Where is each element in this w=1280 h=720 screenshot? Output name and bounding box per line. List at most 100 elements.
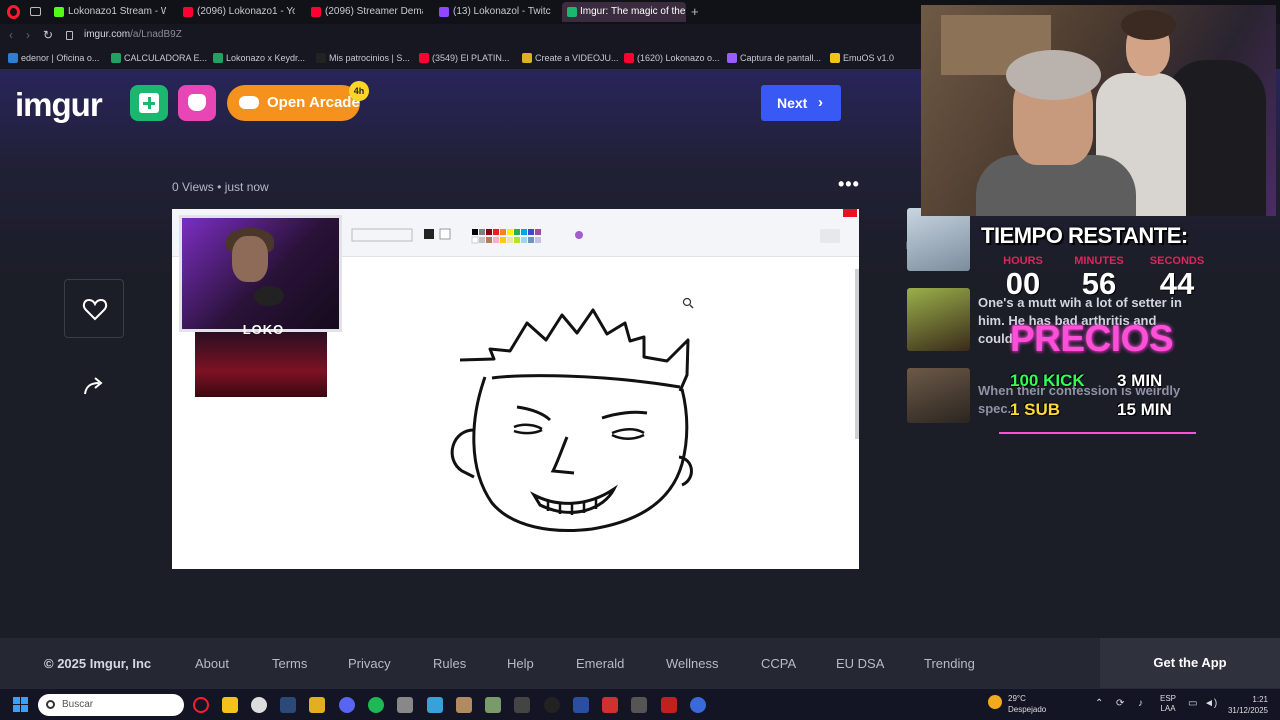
imgur-logo[interactable]: imgur	[15, 86, 103, 124]
tab-overview-icon[interactable]	[30, 7, 41, 16]
taskbar-clock[interactable]: 1:21 31/12/2025	[1224, 694, 1268, 716]
more-options-button[interactable]: •••	[838, 174, 860, 195]
notepad-icon[interactable]	[427, 697, 443, 713]
opera-taskbar-icon[interactable]	[193, 697, 209, 713]
overlay-divider	[999, 432, 1196, 434]
search-icon	[46, 700, 55, 709]
footer-link-about[interactable]: About	[195, 656, 229, 671]
weather-widget[interactable]: 29°C Despejado	[988, 693, 1046, 715]
opera-logo-icon[interactable]	[7, 5, 20, 19]
bookmark-item[interactable]: (1620) Lokonazo o...	[624, 52, 720, 65]
footer-link-emerald[interactable]: Emerald	[576, 656, 624, 671]
heart-icon	[82, 298, 108, 321]
bookmark-label: Lokonazo x Keydr...	[226, 53, 306, 63]
footer-link-wellness[interactable]: Wellness	[666, 656, 719, 671]
lang-layout: LAA	[1160, 704, 1176, 713]
bookmark-label: EmuOS v1.0	[843, 53, 895, 63]
footer-link-rules[interactable]: Rules	[433, 656, 466, 671]
bookmark-favicon-icon	[522, 53, 532, 63]
youtube-favicon-icon	[183, 7, 193, 17]
car-game-icon[interactable]	[514, 697, 530, 713]
back-arrow-icon[interactable]: ‹	[9, 28, 13, 42]
imgur-favicon-icon	[567, 7, 577, 17]
url-host: imgur.com	[84, 29, 131, 40]
precios-title: PRECIOS	[1010, 318, 1174, 359]
tab-youtube-2[interactable]: (2096) Streamer Demand	[311, 2, 423, 22]
bookmark-item[interactable]: Mis patrocinios | S...	[316, 52, 410, 65]
url-field[interactable]: imgur.com/a/LnadB9Z	[84, 29, 182, 40]
app-shield-icon[interactable]	[309, 697, 325, 713]
footer-link-eu-dsa[interactable]: EU DSA	[836, 656, 884, 671]
footer-link-privacy[interactable]: Privacy	[348, 656, 391, 671]
new-tab-button[interactable]: +	[691, 4, 699, 19]
volume-icon[interactable]: ◄)	[1204, 698, 1217, 709]
chrome-taskbar-icon[interactable]	[251, 697, 267, 713]
open-arcade-button[interactable]: Open Arcade	[227, 85, 360, 121]
bookmark-item[interactable]: EmuOS v1.0	[830, 52, 894, 65]
app-icon[interactable]	[544, 697, 560, 713]
next-button[interactable]: Next ›	[761, 85, 841, 121]
discord-icon[interactable]	[339, 697, 355, 713]
refresh-icon[interactable]: ⟳	[1116, 698, 1124, 709]
tab-kick-stream[interactable]: Lokonazo1 Stream - Watch	[54, 2, 166, 22]
post-time: just now	[224, 180, 269, 194]
meme-generator-button[interactable]	[178, 85, 216, 121]
clock-date: 31/12/2025	[1227, 706, 1268, 715]
app-icon[interactable]	[602, 697, 618, 713]
post-image[interactable]: LOKO	[172, 209, 859, 569]
share-button[interactable]	[80, 372, 108, 400]
app-icon[interactable]	[485, 697, 501, 713]
search-placeholder: Buscar	[62, 699, 94, 710]
tab-label: (13) Lokonazol - Twitch	[453, 6, 551, 17]
bookmark-item[interactable]: Create a VIDEOJU...	[522, 52, 619, 65]
gamepad-icon	[239, 96, 259, 109]
footer-link-ccpa[interactable]: CCPA	[761, 656, 796, 671]
tab-youtube-1[interactable]: (2096) Lokonazo1 - YouTu	[183, 2, 295, 22]
app-icon[interactable]	[661, 697, 677, 713]
app-icon[interactable]	[397, 697, 413, 713]
spotify-icon[interactable]	[368, 697, 384, 713]
file-explorer-icon[interactable]	[222, 697, 238, 713]
bookmark-favicon-icon	[727, 53, 737, 63]
windows-start-icon[interactable]	[13, 697, 29, 713]
sidebar-thumb-1[interactable]	[907, 208, 970, 271]
game-icon[interactable]	[456, 697, 472, 713]
language-indicator[interactable]: ESP LAA	[1160, 694, 1176, 714]
lang-code: ESP	[1160, 694, 1177, 703]
app-icon[interactable]	[690, 697, 706, 713]
app-icon[interactable]	[631, 697, 647, 713]
bookmark-item[interactable]: Captura de pantall...	[727, 52, 821, 65]
footer-link-help[interactable]: Help	[507, 656, 534, 671]
footer-link-terms[interactable]: Terms	[272, 656, 307, 671]
person-1-hair	[1006, 50, 1101, 100]
microphone-tray-icon[interactable]: ♪	[1138, 698, 1143, 709]
cat-face-icon	[188, 94, 206, 111]
forward-arrow-icon[interactable]: ›	[26, 28, 30, 42]
new-post-button[interactable]	[130, 85, 168, 121]
bookmark-label: (1620) Lokonazo o...	[637, 53, 720, 63]
price-2-time: 15 MIN	[1117, 400, 1172, 419]
lock-icon	[66, 31, 73, 40]
weather-desc: Despejado	[1008, 705, 1047, 714]
bookmark-item[interactable]: (3549) El PLATIN...	[419, 52, 509, 65]
chevron-up-icon[interactable]: ⌃	[1095, 698, 1103, 709]
bookmark-item[interactable]: Lokonazo x Keydr...	[213, 52, 305, 65]
tab-label: Lokonazo1 Stream - Watch	[68, 6, 166, 17]
bookmark-item[interactable]: CALCULADORA E...	[111, 52, 207, 65]
app-icon[interactable]	[573, 697, 589, 713]
tab-imgur-active[interactable]: Imgur: The magic of the In	[562, 2, 686, 22]
footer-link-trending[interactable]: Trending	[924, 656, 975, 671]
bookmark-favicon-icon	[624, 53, 634, 63]
reload-icon[interactable]: ↻	[43, 28, 53, 42]
like-button[interactable]	[64, 279, 124, 338]
tab-twitch[interactable]: (13) Lokonazol - Twitch	[439, 2, 551, 22]
price-1-amount: 100 KICK	[1010, 371, 1085, 390]
sidebar-thumb-3[interactable]	[907, 368, 970, 423]
taskbar-search-input[interactable]: Buscar	[38, 694, 184, 716]
tab-label: (2096) Lokonazo1 - YouTu	[197, 6, 295, 17]
bookmark-item[interactable]: edenor | Oficina o...	[8, 52, 99, 65]
steam-icon[interactable]	[280, 697, 296, 713]
network-icon[interactable]: ▭	[1188, 698, 1197, 709]
sidebar-thumb-2[interactable]	[907, 288, 970, 351]
get-the-app-button[interactable]: Get the App	[1100, 638, 1280, 688]
